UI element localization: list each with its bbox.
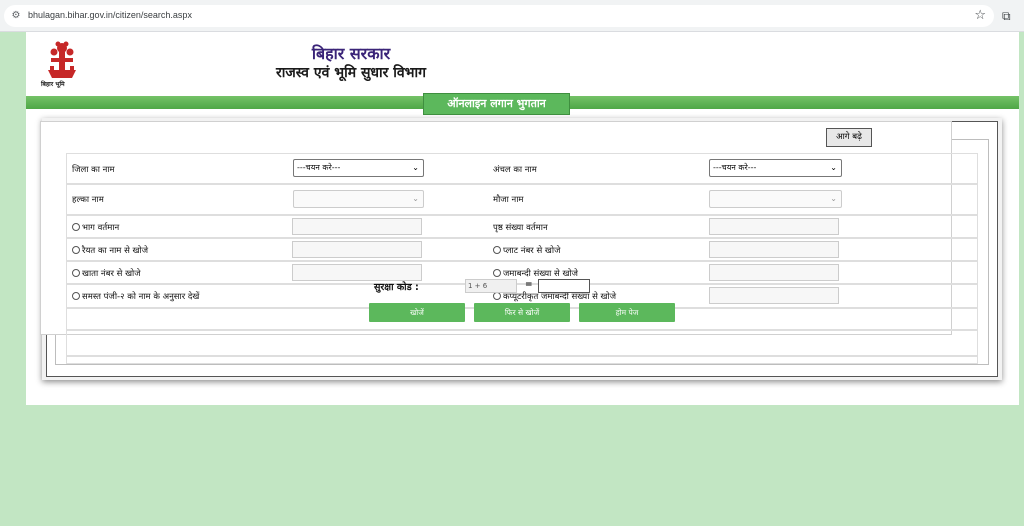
- bhag-radio[interactable]: [72, 223, 80, 231]
- chevron-down-icon: ⌄: [830, 194, 837, 203]
- chevron-down-icon: ⌄: [412, 163, 419, 172]
- search-button[interactable]: खोजें: [369, 303, 465, 322]
- register-option[interactable]: समस्त पंजी-२ को नाम के अनुसार देखें: [72, 291, 199, 302]
- plot-input[interactable]: [709, 241, 839, 258]
- computer-label: कंप्यूटरीकृत जमाबन्दी संख्या से खोजे: [503, 292, 617, 302]
- district-select[interactable]: ---चयन करे--- ⌄: [293, 159, 424, 177]
- computer-radio[interactable]: [493, 292, 501, 300]
- department-title: राजस्व एवं भूमि सुधार विभाग: [275, 65, 427, 81]
- research-button[interactable]: फिर से खोजें: [474, 303, 570, 322]
- khata-radio[interactable]: [72, 269, 80, 277]
- raiyat-option[interactable]: रैयत का नाम से खोजे: [72, 245, 148, 256]
- address-bar[interactable]: ⚙ bhulagan.bihar.gov.in/citizen/search.a…: [4, 5, 994, 27]
- jamabandi-input[interactable]: [709, 264, 839, 281]
- next-button[interactable]: आगे बढ़े: [826, 128, 872, 147]
- halka-select[interactable]: ⌄: [293, 190, 424, 208]
- plot-label: प्लाट नंबर से खोजे: [503, 246, 561, 256]
- url-text[interactable]: bhulagan.bihar.gov.in/citizen/search.asp…: [28, 10, 192, 20]
- register-label: समस्त पंजी-२ को नाम के अनुसार देखें: [82, 292, 200, 302]
- district-select-value: ---चयन करे---: [297, 163, 341, 172]
- register-radio[interactable]: [72, 292, 80, 300]
- circle-select[interactable]: ---चयन करे--- ⌄: [709, 159, 842, 177]
- jamabandi-option[interactable]: जमाबन्दी संख्या से खोजे: [493, 268, 578, 279]
- panel-legend: ऑनलाइन लगान भुगतान: [423, 93, 570, 115]
- captcha-code: 1 + 6: [465, 279, 517, 293]
- captcha-input[interactable]: [538, 279, 590, 293]
- jamabandi-label: जमाबन्दी संख्या से खोजे: [503, 269, 578, 279]
- circle-select-value: ---चयन करे---: [713, 163, 757, 172]
- bhag-option[interactable]: भाग वर्तमान: [72, 222, 119, 233]
- bhag-input[interactable]: [292, 218, 422, 235]
- computer-input[interactable]: [709, 287, 839, 304]
- district-label: जिला का नाम: [72, 165, 115, 175]
- khata-option[interactable]: खाता नंबर से खोजे: [72, 268, 141, 279]
- circle-label: अंचल का नाम: [493, 165, 537, 175]
- raiyat-radio[interactable]: [72, 246, 80, 254]
- plot-option[interactable]: प्लाट नंबर से खोजे: [493, 245, 560, 256]
- site-info-icon[interactable]: ⚙: [10, 9, 22, 23]
- halka-label: हल्का नाम: [72, 195, 104, 205]
- bhag-label: भाग वर्तमान: [82, 223, 120, 233]
- raiyat-input[interactable]: [292, 241, 422, 258]
- plot-radio[interactable]: [493, 246, 501, 254]
- chevron-down-icon: ⌄: [830, 163, 837, 172]
- chevron-down-icon: ⌄: [412, 194, 419, 203]
- emblem-caption: बिहार भूमि: [41, 81, 65, 88]
- government-title: बिहार सरकार: [311, 44, 391, 63]
- bookmark-star-icon[interactable]: ☆: [974, 7, 986, 25]
- khata-label: खाता नंबर से खोजे: [82, 269, 141, 279]
- browser-toolbar: ⚙ bhulagan.bihar.gov.in/citizen/search.a…: [0, 0, 1024, 32]
- form-row-buttons: [66, 330, 978, 356]
- page-label: पृष्ठ संख्या वर्तमान: [493, 223, 548, 233]
- mauja-label: मौजा नाम: [493, 195, 524, 205]
- mauja-select[interactable]: ⌄: [709, 190, 842, 208]
- page-input[interactable]: [709, 218, 839, 235]
- form-row-footer: [66, 356, 978, 364]
- home-page-button[interactable]: होम पेज: [579, 303, 675, 322]
- captcha-equals: =: [525, 280, 533, 290]
- khata-input[interactable]: [292, 264, 422, 281]
- raiyat-label: रैयत का नाम से खोजे: [82, 246, 148, 256]
- jamabandi-radio[interactable]: [493, 269, 501, 277]
- captcha-label: सुरक्षा कोड :: [374, 282, 419, 293]
- extensions-icon[interactable]: ⧉: [1002, 7, 1011, 25]
